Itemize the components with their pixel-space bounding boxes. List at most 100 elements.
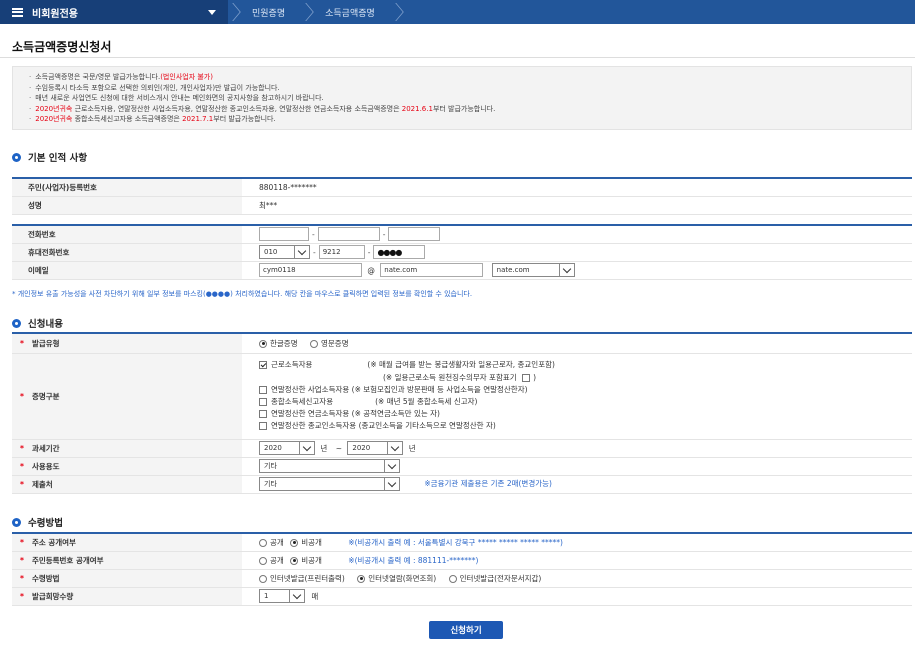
section-heading-receive: 수령방법 — [12, 515, 63, 529]
mobile-mid-field[interactable]: 9212 — [318, 245, 365, 259]
submit-to-note: ※금융기관 제출용은 기존 2매(변경가능) — [424, 479, 552, 488]
rrn-private-option[interactable]: 비공개 — [290, 556, 322, 565]
usage-label: 사용용도 — [31, 461, 60, 471]
table-row: * 주민등록번호 공개여부 공개 비공개 ※(비공개시 출력 예 : 881111… — [12, 551, 912, 570]
table-row: 주민(사업자)등록번호 880118-******* — [12, 178, 912, 197]
purpose-note: (※ 매월 급여를 받는 봉급생활자와 일용근로자, 종교인포함) — [367, 360, 555, 370]
checkbox-icon — [259, 398, 267, 406]
range-tilde: ~ — [335, 443, 342, 453]
year-unit: 년 — [320, 443, 328, 453]
method-internet-view-option[interactable]: 인터넷열람(화면조회) — [357, 574, 436, 583]
issue-type-label: 발급유형 — [31, 338, 60, 348]
year-unit: 년 — [408, 443, 416, 453]
table-row: * 수령방법 인터넷발급(프린터출력) 인터넷열람(화면조회) 인터넷발급(전자문… — [12, 569, 912, 588]
submit-to-label: 제출처 — [31, 479, 53, 489]
radio-icon — [448, 574, 457, 583]
email-domain-select[interactable]: nate.com — [491, 263, 575, 277]
menu-label: 비회원전용 — [32, 8, 78, 20]
section-heading-apply: 신청내용 — [12, 316, 63, 330]
bullet-icon — [12, 517, 21, 527]
table-row: * 사용용도 기타 — [12, 457, 912, 476]
phone-field-3[interactable] — [388, 227, 441, 242]
rrn-public-label: 주민등록번호 공개여부 — [31, 555, 104, 565]
mobile-last-field[interactable]: ●●●● — [373, 245, 426, 259]
checkbox-checked-icon — [259, 361, 267, 370]
method-internet-print-option[interactable]: 인터넷발급(프린터출력) — [259, 574, 345, 583]
chevron-down-icon — [387, 442, 402, 454]
name-label: 성명 — [12, 196, 242, 215]
radio-checked-icon — [290, 556, 299, 565]
mobile-prefix-select[interactable]: 010 — [259, 245, 310, 259]
notice-box: 소득금액증명은 국문/영문 발급가능합니다.(법인사업자 불가) 수임등록시 타… — [12, 66, 912, 130]
apply-table: * 발급유형 한글증명 영문증명 * 증명구분 근로소득자용 (※ 매월 급여를 받는… — [12, 332, 912, 494]
year-to-select[interactable]: 2020 — [347, 441, 404, 455]
contact-table: 전화번호 -- 휴대전화번호 010-9212- ●●●● 이메일 cym0118… — [12, 224, 912, 280]
chevron-down-icon — [558, 264, 574, 276]
usage-select[interactable]: 기타 — [259, 459, 400, 473]
radio-icon — [310, 339, 318, 348]
addr-private-option[interactable]: 비공개 — [290, 538, 322, 547]
purpose-note: (※ 일용근로소득 원천징수의무자 포함표기 — [383, 372, 517, 382]
copies-label: 발급희망수량 — [31, 591, 74, 601]
year-from-select[interactable]: 2020 — [259, 441, 315, 455]
purpose-business-option[interactable]: 연말정산한 사업소득자용 (※ 보험모집인과 방문판매 등 사업소득을 연말정산… — [259, 385, 528, 394]
breadcrumb-income-certificate[interactable]: 소득금액증명 — [309, 0, 391, 24]
checkbox-icon — [259, 410, 267, 419]
top-nav-bar: 비회원전용 민원증명 소득금액증명 — [0, 0, 915, 24]
radio-icon — [259, 574, 267, 583]
hamburger-icon — [12, 7, 23, 17]
table-row: 성명 최*** — [12, 196, 912, 215]
issue-korean-option[interactable]: 한글증명 — [259, 339, 298, 348]
table-row: * 발급희망수량 1 매 — [12, 587, 912, 606]
radio-icon — [259, 556, 267, 565]
table-row: * 과세기간 2020 년 ~ 2020 년 — [12, 439, 912, 458]
checkbox-icon — [259, 422, 267, 431]
at-sign: @ — [367, 265, 375, 275]
chevron-down-icon — [294, 246, 309, 258]
rrn-note: ※(비공개시 출력 예 : 881111-*******) — [348, 555, 479, 565]
reg-number-label: 주민(사업자)등록번호 — [12, 178, 242, 197]
reg-number-value: 880118-******* — [242, 178, 912, 197]
mobile-label: 휴대전화번호 — [12, 243, 242, 262]
submit-button[interactable]: 신청하기 — [429, 621, 503, 639]
name-value: 최*** — [242, 196, 912, 215]
email-domain-field[interactable]: nate.com — [380, 263, 484, 277]
purpose-note: (※ 매년 5월 종합소득세 신고자) — [375, 397, 478, 406]
copies-select[interactable]: 1 — [259, 589, 305, 603]
breadcrumb-separator-icon — [228, 0, 236, 24]
method-e-wallet-option[interactable]: 인터넷발급(전자문서지갑) — [448, 574, 541, 583]
notice-line: 수임등록시 타소득 포함으로 선택한 의뢰인(개인, 개인사업자)만 발급이 가… — [29, 83, 901, 94]
purpose-label: 증명구분 — [31, 391, 60, 401]
period-label: 과세기간 — [31, 443, 60, 453]
notice-line: 2020년귀속 종합소득세신고자용 소득금액증명은 2021.7.1부터 발급가… — [29, 114, 901, 125]
phone-field-1[interactable] — [259, 227, 309, 242]
addr-public-label: 주소 공개여부 — [31, 537, 76, 547]
breadcrumb-civil-certificate[interactable]: 민원증명 — [236, 0, 301, 24]
submit-to-select[interactable]: 기타 — [259, 477, 400, 491]
withholding-checkbox[interactable] — [522, 373, 531, 382]
radio-checked-icon — [259, 339, 267, 348]
email-id-field[interactable]: cym0118 — [259, 263, 362, 277]
notice-line: 매년 새로운 사업연도 신청에 대한 서비스개시 안내는 메인화면의 공지사항을… — [29, 93, 901, 104]
addr-public-option[interactable]: 공개 — [259, 538, 284, 547]
breadcrumb-separator-icon — [301, 0, 309, 24]
table-row: * 증명구분 근로소득자용 (※ 매월 급여를 받는 봉급생활자와 일용근로자, 종… — [12, 353, 912, 440]
email-label: 이메일 — [12, 261, 242, 280]
purpose-comprehensive-option[interactable]: 종합소득세신고자용 — [259, 397, 333, 406]
phone-field-2[interactable] — [317, 227, 380, 242]
purpose-earned-income-option[interactable]: 근로소득자용 — [259, 360, 312, 370]
rrn-public-option[interactable]: 공개 — [259, 556, 284, 565]
issue-english-option[interactable]: 영문증명 — [310, 339, 349, 348]
radio-icon — [259, 538, 267, 547]
chevron-down-icon — [299, 442, 314, 454]
table-row: 휴대전화번호 010-9212- ●●●● — [12, 243, 912, 262]
basic-info-table: 주민(사업자)등록번호 880118-******* 성명 최*** — [12, 177, 912, 215]
chevron-down-icon — [384, 460, 399, 472]
page-title: 소득금액증명신청서 — [12, 40, 112, 54]
notice-line: 2020년귀속 근로소득자용, 연말정산한 사업소득자용, 연말정산한 종교인소… — [29, 104, 901, 115]
table-row: 이메일 cym0118 @ nate.com nate.com — [12, 261, 912, 280]
purpose-religious-option[interactable]: 연말정산한 종교인소득자용 (종교인소득을 기타소득으로 연말정산한 자) — [259, 421, 496, 431]
menu-dropdown[interactable]: 비회원전용 — [0, 0, 228, 24]
purpose-pension-option[interactable]: 연말정산한 연금소득자용 (※ 공적연금소득만 있는 자) — [259, 409, 440, 419]
caret-down-icon — [208, 9, 216, 15]
